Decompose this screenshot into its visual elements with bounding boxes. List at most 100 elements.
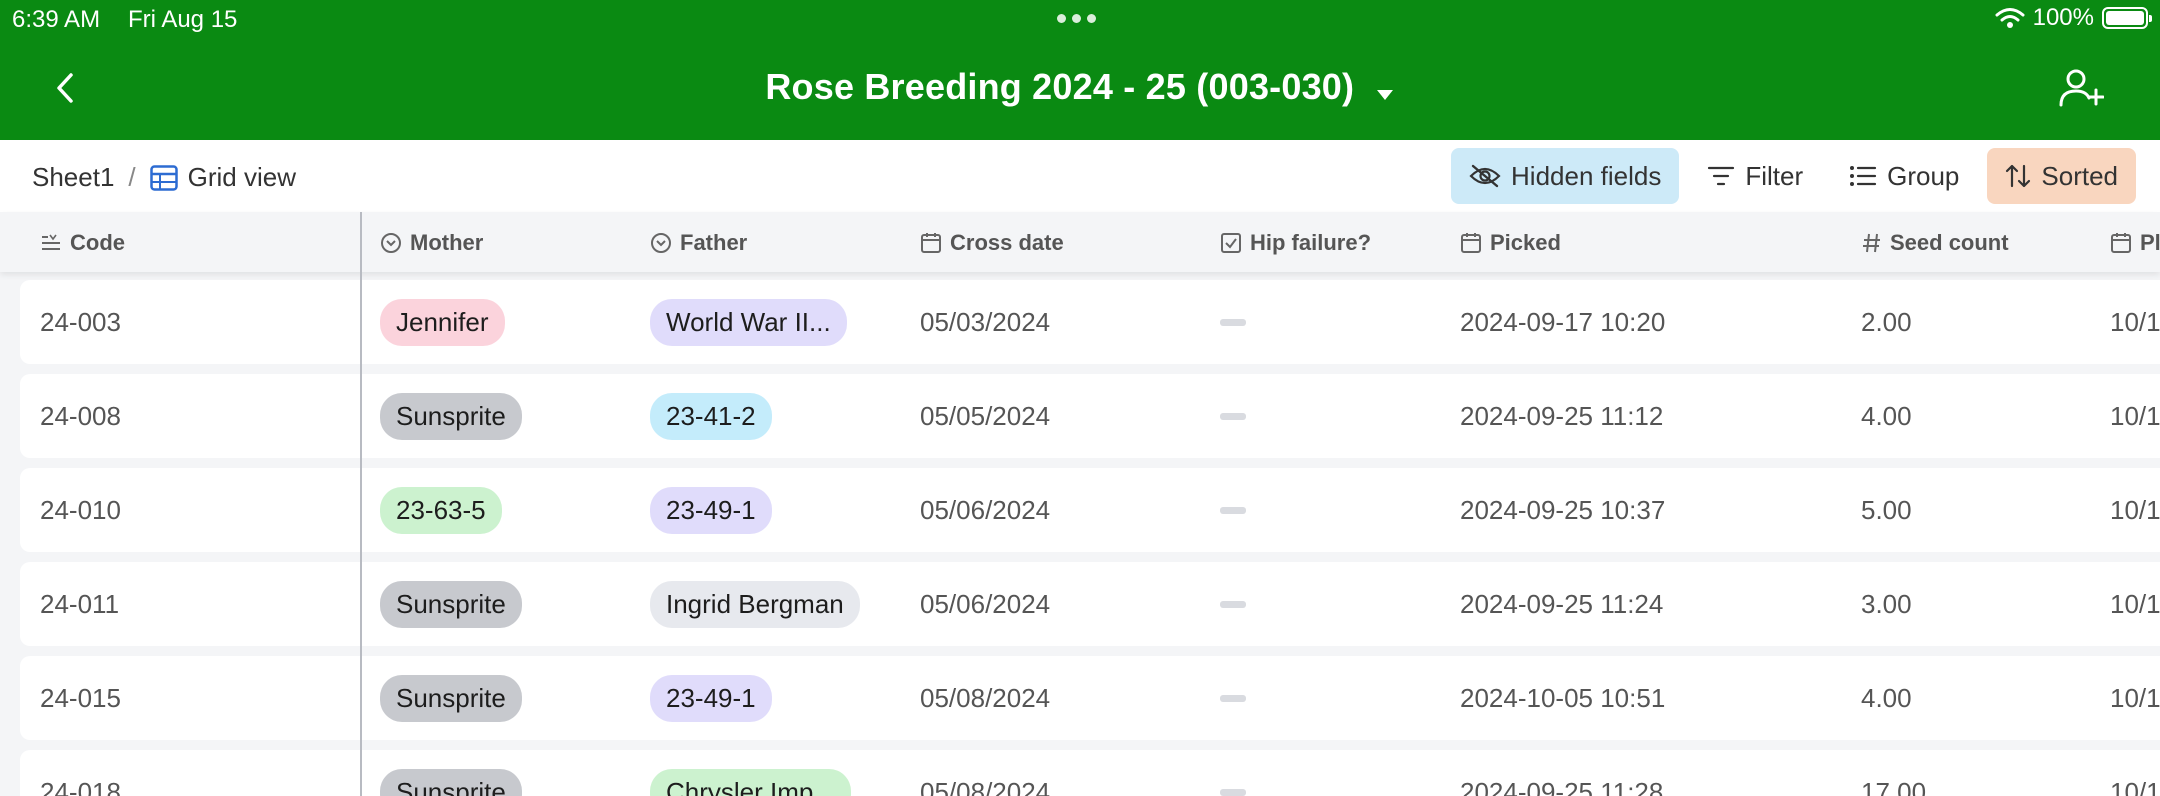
- father-tag: 23-41-2: [650, 392, 772, 440]
- cell-mother[interactable]: Sunsprite: [380, 374, 522, 458]
- cell-father[interactable]: 23-49-1: [650, 656, 772, 740]
- cell-next-date[interactable]: 10/16: [2110, 374, 2160, 458]
- cell-father[interactable]: 23-41-2: [650, 374, 772, 458]
- battery-percentage: 100%: [2032, 4, 2094, 31]
- column-header-hip-failure[interactable]: Hip failure?: [1220, 230, 1371, 256]
- sort-button[interactable]: Sorted: [1987, 148, 2136, 204]
- cell-picked[interactable]: 2024-09-17 10:20: [1460, 280, 1665, 364]
- cell-picked[interactable]: 2024-09-25 11:12: [1460, 374, 1663, 458]
- cell-hip-failure[interactable]: [1220, 374, 1246, 458]
- table-row[interactable]: 24-018 Sunsprite Chrysler Imp... 05/08/2…: [20, 750, 2160, 796]
- cell-hip-failure[interactable]: [1220, 280, 1246, 364]
- page-title: Rose Breeding 2024 - 25 (003-030): [765, 66, 1355, 107]
- cell-cross-date[interactable]: 05/06/2024: [920, 468, 1050, 552]
- column-header-label: Cross date: [950, 230, 1064, 255]
- column-header-cross-date[interactable]: Cross date: [920, 230, 1064, 256]
- cell-seed-count[interactable]: 17.00: [1861, 750, 1926, 796]
- unchecked-checkbox[interactable]: [1220, 318, 1246, 326]
- column-header-label: Picked: [1490, 230, 1561, 255]
- breadcrumb: Sheet1 / Grid view: [32, 162, 296, 193]
- multitasking-dots-icon[interactable]: [1057, 14, 1096, 23]
- cell-next-date[interactable]: 10/16: [2110, 280, 2160, 364]
- cell-hip-failure[interactable]: [1220, 750, 1246, 796]
- cell-mother[interactable]: Sunsprite: [380, 562, 522, 646]
- unchecked-checkbox[interactable]: [1220, 412, 1246, 420]
- unchecked-checkbox[interactable]: [1220, 694, 1246, 702]
- column-header-father[interactable]: Father: [650, 230, 747, 256]
- cell-seed-count[interactable]: 3.00: [1861, 562, 1912, 646]
- column-header-label: Father: [680, 230, 748, 255]
- base-title-switcher[interactable]: Rose Breeding 2024 - 25 (003-030): [0, 66, 2160, 108]
- eye-off-icon: [1469, 164, 1501, 188]
- cell-next-date[interactable]: 10/1: [2110, 750, 2160, 796]
- group-button[interactable]: Group: [1831, 148, 1977, 204]
- hidden-fields-button[interactable]: Hidden fields: [1451, 148, 1680, 204]
- cell-mother[interactable]: Jennifer: [380, 280, 505, 364]
- cell-next-date[interactable]: 10/1: [2110, 562, 2160, 646]
- table-row[interactable]: 24-011 Sunsprite Ingrid Bergman 05/06/20…: [20, 562, 2160, 646]
- column-header-label: Seed count: [1890, 230, 2009, 255]
- cell-next-date[interactable]: 10/16: [2110, 468, 2160, 552]
- cell-code[interactable]: 24-015: [40, 656, 121, 740]
- cell-hip-failure[interactable]: [1220, 562, 1246, 646]
- cell-code[interactable]: 24-003: [40, 280, 121, 364]
- cell-mother[interactable]: Sunsprite: [380, 656, 522, 740]
- cell-cross-date[interactable]: 05/03/2024: [920, 280, 1050, 364]
- caret-down-icon: [1376, 89, 1393, 100]
- cell-cross-date[interactable]: 05/08/2024: [920, 750, 1050, 796]
- column-header-label: Code: [70, 230, 125, 255]
- cell-picked[interactable]: 2024-09-25 10:37: [1460, 468, 1665, 552]
- cell-next-date[interactable]: 10/16: [2110, 656, 2160, 740]
- add-collaborator-icon[interactable]: [2058, 68, 2104, 108]
- cell-seed-count[interactable]: 5.00: [1861, 468, 1912, 552]
- column-header-mother[interactable]: Mother: [380, 230, 483, 256]
- cell-code[interactable]: 24-011: [40, 562, 119, 646]
- column-header-code[interactable]: Code: [40, 230, 125, 256]
- cell-mother[interactable]: 23-63-5: [380, 468, 502, 552]
- cell-hip-failure[interactable]: [1220, 468, 1246, 552]
- view-name[interactable]: Grid view: [188, 162, 296, 193]
- single-select-icon: [381, 233, 401, 253]
- column-header-label: Pl: [2140, 230, 2160, 255]
- cell-seed-count[interactable]: 4.00: [1861, 656, 1912, 740]
- cell-father[interactable]: Ingrid Bergman: [650, 562, 860, 646]
- cell-code[interactable]: 24-010: [40, 468, 121, 552]
- cell-code[interactable]: 24-008: [40, 374, 121, 458]
- single-select-icon: [651, 233, 671, 253]
- column-header-seed-count[interactable]: Seed count: [1862, 230, 2009, 256]
- cell-picked[interactable]: 2024-10-05 10:51: [1460, 656, 1665, 740]
- sheet-name[interactable]: Sheet1: [32, 162, 114, 193]
- view-toolbar: Sheet1 / Grid view Hidden fields Filter …: [0, 140, 2160, 213]
- sorted-label: Sorted: [2041, 160, 2118, 191]
- father-tag: 23-49-1: [650, 486, 772, 534]
- cell-seed-count[interactable]: 4.00: [1861, 374, 1912, 458]
- cell-father[interactable]: 23-49-1: [650, 468, 772, 552]
- father-tag: Chrysler Imp...: [650, 768, 852, 796]
- column-header-picked[interactable]: Picked: [1460, 230, 1561, 256]
- cell-cross-date[interactable]: 05/06/2024: [920, 562, 1050, 646]
- table-row[interactable]: 24-003 Jennifer World War II... 05/03/20…: [20, 280, 2160, 364]
- column-header-next[interactable]: Pl: [2110, 230, 2160, 256]
- father-tag: 23-49-1: [650, 674, 772, 722]
- cell-picked[interactable]: 2024-09-25 11:28: [1460, 750, 1663, 796]
- table-row[interactable]: 24-008 Sunsprite 23-41-2 05/05/2024 2024…: [20, 374, 2160, 458]
- cell-father[interactable]: World War II...: [650, 280, 847, 364]
- unchecked-checkbox[interactable]: [1220, 506, 1246, 514]
- unchecked-checkbox[interactable]: [1220, 788, 1246, 796]
- group-label: Group: [1887, 160, 1960, 191]
- table-row[interactable]: 24-015 Sunsprite 23-49-1 05/08/2024 2024…: [20, 656, 2160, 740]
- cell-cross-date[interactable]: 05/08/2024: [920, 656, 1050, 740]
- cell-seed-count[interactable]: 2.00: [1861, 280, 1912, 364]
- cell-hip-failure[interactable]: [1220, 656, 1246, 740]
- cell-code[interactable]: 24-018: [40, 750, 121, 796]
- cell-picked[interactable]: 2024-09-25 11:24: [1460, 562, 1663, 646]
- cell-cross-date[interactable]: 05/05/2024: [920, 374, 1050, 458]
- filter-button[interactable]: Filter: [1689, 148, 1821, 204]
- unchecked-checkbox[interactable]: [1220, 600, 1246, 608]
- table-row[interactable]: 24-010 23-63-5 23-49-1 05/06/2024 2024-0…: [20, 468, 2160, 552]
- cell-mother[interactable]: Sunsprite: [380, 750, 522, 796]
- mother-tag: Jennifer: [380, 298, 505, 346]
- cell-father[interactable]: Chrysler Imp...: [650, 750, 852, 796]
- column-header-label: Mother: [410, 230, 484, 255]
- status-indicators: 100%: [1995, 4, 2152, 32]
